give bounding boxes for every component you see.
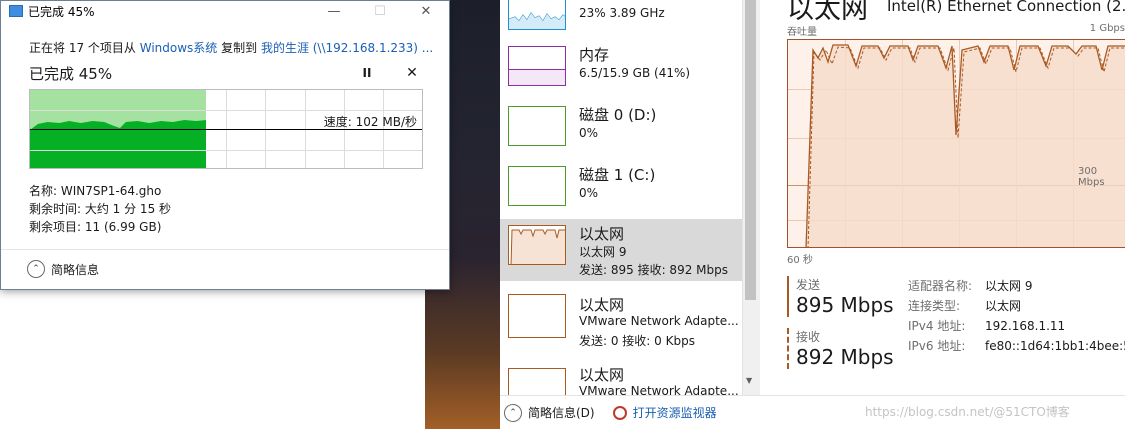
disk0-title: 磁盘 0 (D:) bbox=[579, 106, 657, 124]
memory-usage: 6.5/15.9 GB (41%) bbox=[579, 66, 691, 80]
memory-graph-icon bbox=[508, 46, 566, 86]
status-prefix: 正在将 17 个项目从 bbox=[29, 41, 140, 55]
file-name-label: 名称: WIN7SP1-64.gho bbox=[29, 184, 162, 198]
vmware2-name: VMware Network Adapte... bbox=[579, 384, 739, 395]
pause-button[interactable]: II bbox=[355, 66, 379, 80]
performance-sidebar: 23% 3.89 GHz 内存 6.5/15.9 GB (41%) 磁盘 0 (… bbox=[500, 0, 742, 395]
items-remaining-label: 剩余项目: 11 (6.99 GB) bbox=[29, 220, 162, 234]
cpu-usage: 23% 3.89 GHz bbox=[579, 6, 665, 20]
vmware1-title: 以太网 bbox=[579, 296, 625, 314]
receive-label: 接收 bbox=[796, 330, 821, 344]
ethernet9-title: 以太网 bbox=[579, 225, 625, 243]
property-row: IPv6 地址:fe80::1d64:1bb1:4bee:5... bbox=[908, 339, 1125, 353]
adapter-properties: 适配器名称: 以太网 9 连接类型: 以太网 IPv4 地址: 192.168.1.1… bbox=[908, 276, 1125, 356]
throughput-max-label: 1 Gbps bbox=[1089, 23, 1125, 34]
status-mid: 复制到 bbox=[217, 41, 261, 55]
fewer-details-toggle[interactable]: ⌃ 简略信息 bbox=[1, 249, 449, 278]
speed-label: 速度: 102 MB/秒 bbox=[323, 115, 417, 129]
send-stat: 发送 895 Mbps bbox=[787, 276, 894, 317]
ethernet-graph-icon bbox=[508, 368, 566, 395]
copy-window-icon bbox=[9, 5, 23, 17]
disk1-usage: 0% bbox=[579, 186, 599, 200]
property-row: IPv4 地址: 192.168.1.11 bbox=[908, 319, 1066, 333]
scrollbar-thumb[interactable] bbox=[745, 0, 756, 300]
disk-graph-icon bbox=[508, 106, 566, 146]
disk0-usage: 0% bbox=[579, 126, 599, 140]
percent-complete-label: 已完成 45% bbox=[29, 64, 113, 83]
memory-title: 内存 bbox=[579, 46, 610, 64]
ethernet-graph-icon bbox=[508, 294, 566, 338]
ethernet9-throughput: 发送: 895 接收: 892 Mbps bbox=[579, 263, 728, 277]
sidebar-item-disk-0[interactable]: 磁盘 0 (D:) 0% bbox=[500, 100, 742, 162]
receive-stat: 接收 892 Mbps bbox=[787, 328, 894, 369]
throughput-mid-label: 300 Mbps bbox=[1078, 166, 1105, 188]
maximize-button[interactable]: ☐ bbox=[357, 1, 403, 21]
chevron-up-icon: ⌃ bbox=[27, 260, 45, 278]
minimize-button[interactable]: — bbox=[311, 1, 357, 21]
source-link[interactable]: Windows系统 bbox=[140, 41, 218, 55]
ethernet-detail-pane: 以太网 Intel(R) Ethernet Connection (2... 吞… bbox=[760, 0, 1125, 429]
copy-details: 名称: WIN7SP1-64.gho 剩余时间: 大约 1 分 15 秒 剩余项… bbox=[29, 182, 449, 236]
throughput-graph bbox=[787, 39, 1125, 248]
dialog-title: 已完成 45% bbox=[28, 4, 95, 19]
throughput-series bbox=[805, 44, 1125, 247]
copy-progress-dialog: 已完成 45% — ☐ ✕ 正在将 17 个项目从 Windows系统 复制到 … bbox=[0, 0, 450, 290]
send-label: 发送 bbox=[796, 278, 821, 292]
destination-link[interactable]: 我的生涯 (\\192.168.1.233) ... bbox=[261, 41, 433, 55]
sidebar-item-ethernet-9[interactable]: 以太网 以太网 9 发送: 895 接收: 892 Mbps bbox=[500, 219, 742, 281]
window-close-button[interactable]: ✕ bbox=[403, 1, 449, 21]
send-value: 895 Mbps bbox=[796, 293, 894, 317]
resource-monitor-icon bbox=[612, 405, 627, 420]
task-manager-window: 23% 3.89 GHz 内存 6.5/15.9 GB (41%) 磁盘 0 (… bbox=[500, 0, 1125, 429]
sidebar-item-memory[interactable]: 内存 6.5/15.9 GB (41%) bbox=[500, 40, 742, 102]
ethernet-graph-icon bbox=[508, 225, 566, 265]
property-row: 连接类型: 以太网 bbox=[908, 299, 1022, 313]
cpu-graph-icon bbox=[508, 0, 566, 30]
time-remaining-label: 剩余时间: 大约 1 分 15 秒 bbox=[29, 202, 172, 216]
vmware2-title: 以太网 bbox=[579, 366, 625, 384]
sidebar-item-vmware-1[interactable]: 以太网 VMware Network Adapte... 发送: 0 接收: 0… bbox=[500, 290, 742, 352]
sidebar-item-disk-1[interactable]: 磁盘 1 (C:) 0% bbox=[500, 160, 742, 222]
open-resource-monitor-link[interactable]: 打开资源监视器 bbox=[633, 404, 717, 421]
transfer-speed-graph: 速度: 102 MB/秒 bbox=[29, 89, 423, 169]
copy-status-line: 正在将 17 个项目从 Windows系统 复制到 我的生涯 (\\192.16… bbox=[29, 39, 449, 56]
fewer-details-label: 简略信息 bbox=[51, 262, 100, 277]
ethernet9-name: 以太网 9 bbox=[579, 245, 627, 259]
time-span-label: 60 秒 bbox=[787, 255, 813, 266]
fewer-details-button[interactable]: 简略信息(D) bbox=[528, 404, 595, 421]
scroll-down-arrow-icon[interactable]: ▼ bbox=[746, 376, 752, 385]
dialog-titlebar: 已完成 45% — ☐ ✕ bbox=[1, 1, 449, 21]
sidebar-item-vmware-2[interactable]: 以太网 VMware Network Adapte... bbox=[500, 360, 742, 395]
chevron-up-icon[interactable]: ⌃ bbox=[504, 403, 522, 422]
vmware1-throughput: 发送: 0 接收: 0 Kbps bbox=[579, 334, 695, 348]
watermark-text: https://blog.csdn.net/@51CTO博客 bbox=[865, 405, 1070, 419]
property-row: 适配器名称: 以太网 9 bbox=[908, 279, 1033, 293]
disk1-title: 磁盘 1 (C:) bbox=[579, 166, 656, 184]
receive-value: 892 Mbps bbox=[796, 345, 894, 369]
throughput-axis-label: 吞吐量 bbox=[787, 27, 817, 38]
adapter-name: Intel(R) Ethernet Connection (2... bbox=[887, 0, 1125, 15]
cancel-copy-button[interactable]: ✕ bbox=[403, 65, 421, 81]
disk-graph-icon bbox=[508, 166, 566, 206]
vmware1-name: VMware Network Adapte... bbox=[579, 314, 739, 328]
